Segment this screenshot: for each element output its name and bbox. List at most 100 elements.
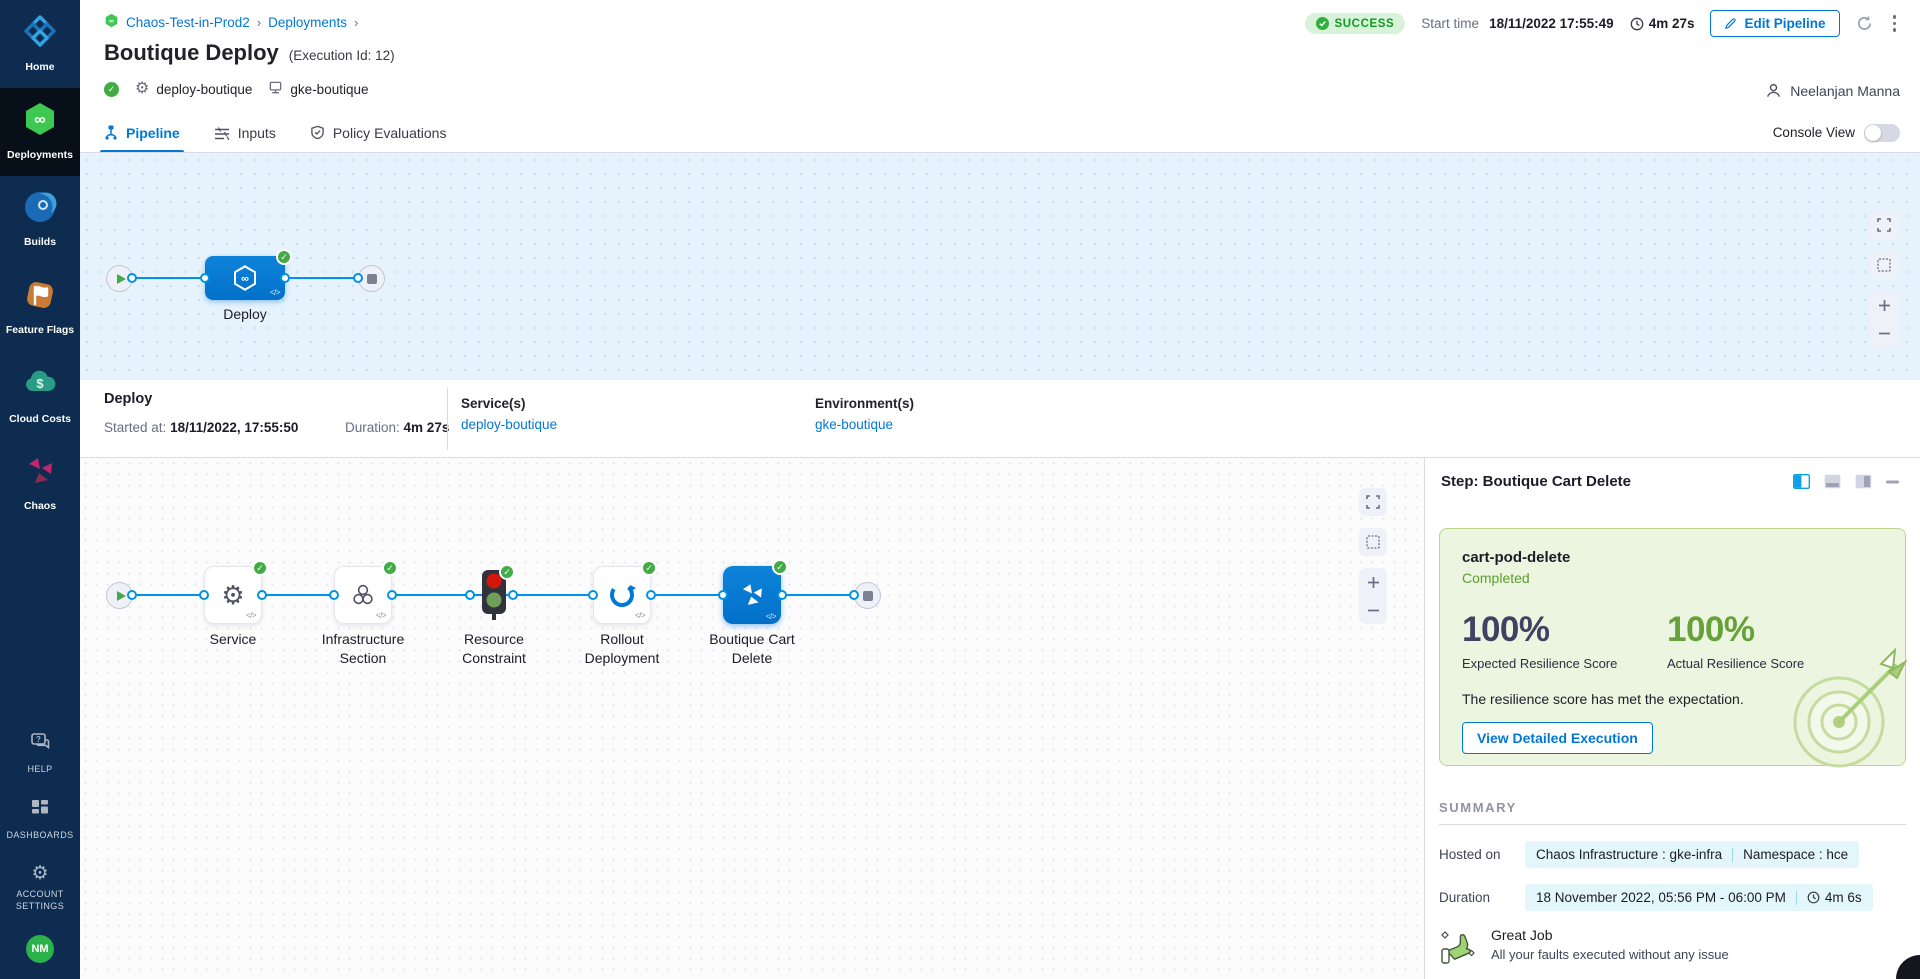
feature-flags-icon bbox=[23, 278, 57, 317]
breadcrumb-deployments-link[interactable]: Deployments bbox=[268, 15, 347, 30]
stop-icon bbox=[863, 591, 873, 601]
pipeline-icon bbox=[104, 125, 118, 140]
tab-pipeline[interactable]: Pipeline bbox=[104, 113, 180, 152]
success-check-icon: ✓ bbox=[772, 559, 788, 575]
deploy-stage-icon: ∞ bbox=[230, 263, 260, 293]
layout-right-icon[interactable] bbox=[1855, 474, 1872, 489]
environment-tag[interactable]: gke-boutique bbox=[268, 80, 368, 98]
thumbs-up-illustration bbox=[1439, 927, 1479, 969]
result-title: Great Job bbox=[1491, 927, 1729, 943]
svg-text:∞: ∞ bbox=[34, 112, 45, 129]
result-message: Great Job All your faults executed witho… bbox=[1491, 927, 1729, 962]
gear-icon: ⚙ bbox=[31, 864, 48, 883]
console-view-toggle[interactable] bbox=[1864, 124, 1900, 142]
step-panel-title: Step: Boutique Cart Delete bbox=[1441, 473, 1631, 490]
fit-to-screen-button[interactable] bbox=[1870, 251, 1898, 279]
sidebar-item-label: Cloud Costs bbox=[9, 413, 71, 426]
help-icon: ? bbox=[29, 731, 51, 758]
result-message-row: Great Job All your faults executed witho… bbox=[1439, 927, 1906, 969]
view-detailed-execution-button[interactable]: View Detailed Execution bbox=[1462, 722, 1653, 754]
zoom-out-button[interactable] bbox=[1359, 596, 1387, 624]
clock-icon bbox=[1630, 17, 1644, 31]
sidebar-item-feature-flags[interactable]: Feature Flags bbox=[0, 264, 80, 352]
minus-icon bbox=[1878, 327, 1891, 340]
user-avatar[interactable]: NM bbox=[26, 935, 54, 963]
pencil-icon bbox=[1724, 17, 1737, 30]
breadcrumb-project-link[interactable]: Chaos-Test-in-Prod2 bbox=[126, 15, 250, 30]
refresh-icon[interactable] bbox=[1856, 15, 1873, 32]
summary-section: SUMMARY Hosted on Chaos Infrastructure :… bbox=[1439, 800, 1906, 969]
success-check-icon: ✓ bbox=[104, 82, 119, 97]
infrastructure-icon bbox=[349, 581, 377, 609]
svg-text:$: $ bbox=[36, 376, 44, 391]
connector-port bbox=[353, 273, 363, 283]
stage-graph-canvas[interactable]: ∞ ✓ </> Deploy bbox=[80, 153, 1920, 380]
fit-to-screen-button[interactable] bbox=[1359, 528, 1387, 556]
duration-label: Duration bbox=[1439, 890, 1525, 905]
stage-duration: Duration: 4m 27s bbox=[345, 420, 449, 435]
connector-port bbox=[465, 590, 475, 600]
sidebar-item-account-settings[interactable]: ⚙ ACCOUNT SETTINGS bbox=[9, 864, 71, 913]
code-mark-icon: </> bbox=[270, 288, 280, 297]
service-tag-label: deploy-boutique bbox=[156, 82, 252, 97]
expected-score-value: 100% bbox=[1462, 610, 1667, 650]
edit-pipeline-button[interactable]: Edit Pipeline bbox=[1710, 10, 1839, 37]
experiment-name: cart-pod-delete bbox=[1462, 549, 1883, 566]
service-link[interactable]: deploy-boutique bbox=[461, 417, 557, 432]
tab-label: Policy Evaluations bbox=[333, 125, 447, 141]
sidebar-item-help[interactable]: ? HELP bbox=[27, 731, 52, 776]
step-graph-canvas[interactable]: ⚙ ✓ </> ✓ </> ✓ bbox=[80, 458, 1424, 979]
sidebar-item-home[interactable]: Home bbox=[0, 0, 80, 88]
connector-port bbox=[127, 273, 137, 283]
connector-port bbox=[718, 590, 728, 600]
sidebar-item-builds[interactable]: Builds bbox=[0, 176, 80, 264]
tag-row: ✓ ⚙ deploy-boutique gke-boutique bbox=[104, 80, 368, 98]
sidebar-item-dashboards[interactable]: DASHBOARDS bbox=[6, 797, 73, 842]
more-options-icon[interactable] bbox=[1889, 13, 1901, 34]
zoom-in-button[interactable] bbox=[1359, 568, 1387, 596]
namespace-chip: Namespace : hce bbox=[1743, 847, 1848, 862]
current-user[interactable]: Neelanjan Manna bbox=[1765, 82, 1900, 99]
stage-canvas-controls bbox=[1870, 211, 1898, 347]
connector-port bbox=[199, 590, 209, 600]
user-name: Neelanjan Manna bbox=[1790, 83, 1900, 99]
zoom-out-button[interactable] bbox=[1870, 319, 1898, 347]
fullscreen-button[interactable] bbox=[1870, 211, 1898, 239]
deployments-icon: ∞ bbox=[22, 101, 58, 142]
step-node-resource-constraint[interactable]: ✓ bbox=[479, 568, 509, 622]
tab-inputs[interactable]: Inputs bbox=[214, 113, 276, 152]
tab-label: Pipeline bbox=[126, 125, 180, 141]
plus-icon bbox=[1367, 576, 1380, 589]
zoom-in-button[interactable] bbox=[1870, 291, 1898, 319]
project-icon: ∞ bbox=[104, 13, 119, 31]
service-tag[interactable]: ⚙ deploy-boutique bbox=[135, 81, 252, 97]
environment-tag-label: gke-boutique bbox=[290, 82, 368, 97]
code-mark-icon: </> bbox=[635, 611, 645, 620]
sidebar-item-chaos[interactable]: Chaos bbox=[0, 440, 80, 528]
connector-port bbox=[387, 590, 397, 600]
sidebar-item-label: Deployments bbox=[7, 149, 73, 162]
step-node-rollout-deployment[interactable]: ✓ </> bbox=[593, 566, 651, 624]
step-node-boutique-cart-delete[interactable]: ✓ </> bbox=[723, 566, 781, 624]
sidebar-item-cloud-costs[interactable]: $ Cloud Costs bbox=[0, 352, 80, 440]
environment-link[interactable]: gke-boutique bbox=[815, 417, 914, 432]
chaos-step-icon bbox=[738, 581, 766, 609]
stop-icon bbox=[367, 274, 377, 284]
step-node-infrastructure[interactable]: ✓ </> bbox=[334, 566, 392, 624]
stage-node-deploy[interactable]: ∞ ✓ </> bbox=[205, 256, 285, 300]
layout-left-icon[interactable] bbox=[1793, 474, 1810, 489]
success-check-icon: ✓ bbox=[276, 249, 292, 265]
dashboards-icon bbox=[29, 797, 51, 824]
panel-layout-controls bbox=[1793, 474, 1900, 489]
play-icon bbox=[117, 274, 126, 284]
step-label: Resource Constraint bbox=[434, 630, 554, 668]
tab-policy-evaluations[interactable]: Policy Evaluations bbox=[310, 113, 447, 152]
fullscreen-button[interactable] bbox=[1359, 488, 1387, 516]
sidebar-item-deployments[interactable]: ∞ Deployments bbox=[0, 88, 80, 176]
play-icon bbox=[117, 591, 126, 601]
layout-bottom-icon[interactable] bbox=[1824, 474, 1841, 489]
left-nav: Home ∞ Deployments Builds Feature Flags … bbox=[0, 0, 80, 979]
step-node-service[interactable]: ⚙ ✓ </> bbox=[204, 566, 262, 624]
collapse-panel-icon[interactable] bbox=[1886, 480, 1900, 484]
hosted-on-label: Hosted on bbox=[1439, 847, 1525, 862]
